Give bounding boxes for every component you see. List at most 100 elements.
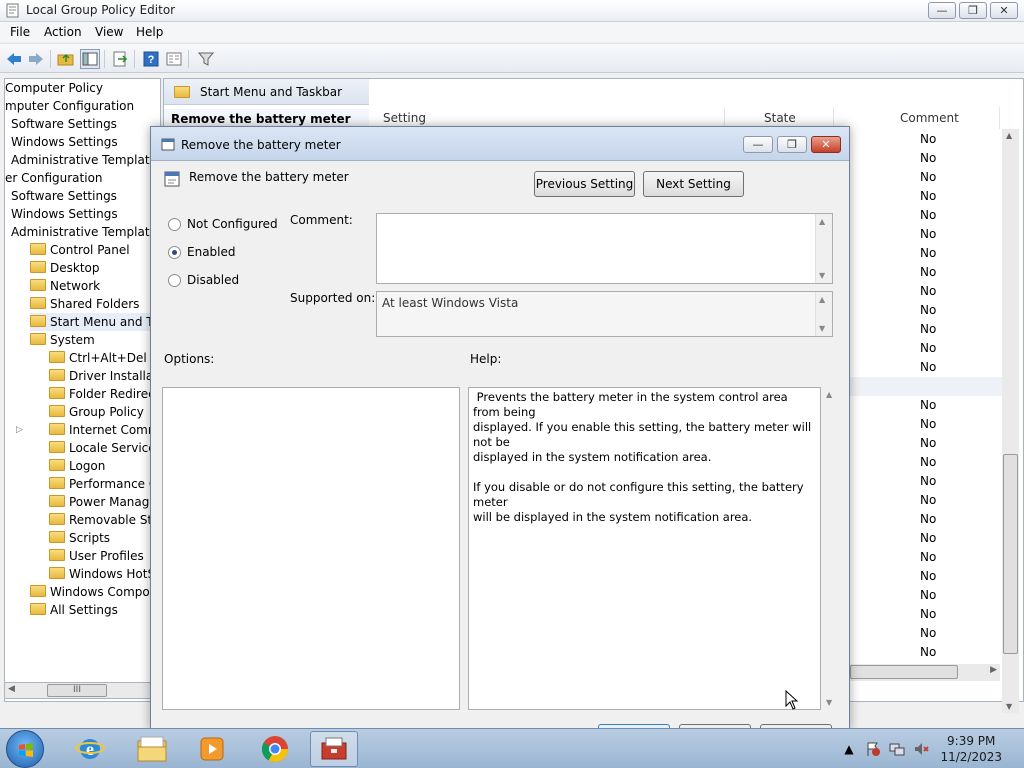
tree-item[interactable]: Software Settings	[11, 187, 117, 205]
tree-item[interactable]: Desktop	[30, 259, 100, 277]
enabled-radio[interactable]: Enabled	[168, 245, 236, 259]
comment-cell: No	[920, 322, 937, 336]
tree-item[interactable]: Group Policy	[49, 403, 144, 421]
tree-item-label: Software Settings	[11, 189, 117, 203]
menu-view[interactable]: View	[95, 25, 123, 39]
tree-item[interactable]: Logon	[49, 457, 105, 475]
chrome-taskbar-icon[interactable]	[251, 731, 299, 767]
tree-item[interactable]: Power Managemen	[49, 493, 160, 511]
show-hide-tree-icon[interactable]	[80, 49, 100, 69]
tree-item[interactable]: Administrative Templates	[11, 223, 160, 241]
tree-item[interactable]: User Profiles	[49, 547, 144, 565]
policy-setting-icon	[161, 138, 175, 151]
tree-item[interactable]: Removable Storage	[49, 511, 160, 529]
dialog-minimize-button[interactable]: —	[743, 136, 773, 153]
volume-muted-icon[interactable]	[913, 741, 929, 757]
tree-item[interactable]: All Settings	[30, 601, 118, 619]
tree-item[interactable]: Windows Settings	[11, 205, 118, 223]
folder-icon	[49, 351, 65, 363]
disabled-radio[interactable]: Disabled	[168, 273, 239, 287]
tree-item-label: System	[50, 333, 95, 347]
tree-item[interactable]: Locale Services	[49, 439, 160, 457]
tree-item[interactable]: Windows HotStart	[49, 565, 160, 583]
folder-icon	[30, 315, 46, 327]
tree-item[interactable]: mputer Configuration	[5, 97, 134, 115]
next-setting-button[interactable]: Next Setting	[643, 171, 744, 197]
tree-item[interactable]: Administrative Templates	[11, 151, 160, 169]
navigation-tree[interactable]: Computer Policy mputer Configuration Softw…	[4, 78, 161, 702]
tree-scroll-thumb[interactable]: III	[47, 684, 107, 697]
comment-cell: No	[920, 531, 937, 545]
tree-item[interactable]: Windows Settings	[11, 133, 118, 151]
help-text: Prevents the battery meter in the system…	[473, 390, 812, 524]
tree-item[interactable]: Network	[30, 277, 100, 295]
tree-item[interactable]: Driver Installation	[49, 367, 160, 385]
tree-item[interactable]: System	[30, 331, 95, 349]
tree-item[interactable]: ▷ Internet Communi	[16, 421, 160, 439]
up-folder-icon[interactable]	[56, 49, 76, 69]
tree-item-label: Removable Storage	[69, 513, 160, 527]
comment-cell: No	[920, 151, 937, 165]
options-label: Options:	[164, 352, 215, 366]
tree-item[interactable]: Computer Policy	[5, 79, 103, 97]
previous-setting-button[interactable]: Previous Setting	[534, 171, 635, 197]
tree-item[interactable]: Shared Folders	[30, 295, 139, 313]
show-hidden-icons-button[interactable]: ▲	[841, 741, 857, 757]
comment-cell: No	[920, 189, 937, 203]
radio-dot-icon[interactable]	[168, 217, 181, 231]
file-explorer-taskbar-icon[interactable]	[128, 731, 176, 767]
close-button[interactable]: ✕	[990, 2, 1018, 19]
network-icon[interactable]	[889, 741, 905, 757]
folder-icon	[49, 549, 65, 561]
comment-label: Comment:	[290, 213, 353, 227]
radio-dot-icon[interactable]	[168, 245, 181, 259]
action-center-flag-icon[interactable]	[865, 741, 881, 757]
start-button[interactable]	[6, 730, 44, 768]
tree-item[interactable]: er Configuration	[5, 169, 103, 187]
expand-arrow-icon[interactable]: ▷	[16, 421, 23, 439]
tree-item[interactable]: Windows Components	[30, 583, 160, 601]
help-icon[interactable]: ?	[141, 49, 161, 69]
group-policy-app-icon	[6, 3, 19, 18]
minimize-button[interactable]: —	[928, 2, 956, 19]
svg-text:?: ?	[148, 54, 155, 66]
menu-help[interactable]: Help	[136, 25, 163, 39]
group-policy-taskbar-button[interactable]	[310, 731, 358, 767]
properties-icon[interactable]	[164, 49, 184, 69]
tree-item[interactable]: Performance Contr	[49, 475, 160, 493]
system-clock[interactable]: 9:39 PM 11/2/2023	[940, 733, 1002, 765]
comment-field[interactable]: ▲ ▼	[376, 213, 833, 284]
media-player-taskbar-icon[interactable]	[188, 731, 236, 767]
tree-item-label: Computer Policy	[5, 81, 103, 95]
export-list-icon[interactable]	[110, 49, 130, 69]
column-comment[interactable]: Comment	[900, 107, 1000, 129]
tree-item[interactable]: Control Panel	[30, 241, 130, 259]
tree-item[interactable]: Ctrl+Alt+Del Optio	[49, 349, 160, 367]
dialog-maximize-button[interactable]: ❐	[777, 136, 807, 153]
settings-pane-header: Start Menu and Taskbar	[164, 79, 369, 105]
filter-icon[interactable]	[196, 49, 216, 69]
menu-file[interactable]: File	[10, 25, 30, 39]
tree-item[interactable]: Start Menu and Taskba	[30, 313, 160, 331]
comment-cell: No	[920, 360, 937, 374]
radio-label: Enabled	[187, 245, 236, 259]
internet-explorer-taskbar-icon[interactable]: e	[66, 731, 114, 767]
settings-scroll-thumb[interactable]	[1003, 454, 1018, 654]
radio-label: Not Configured	[187, 217, 278, 231]
tree-item-label: Network	[50, 279, 101, 293]
back-arrow-icon[interactable]	[4, 49, 24, 69]
dialog-close-button[interactable]: ✕	[811, 136, 841, 153]
help-scrollbar[interactable]: ▲ ▼	[822, 387, 839, 710]
maximize-button[interactable]: ❐	[959, 2, 987, 19]
radio-dot-icon[interactable]	[168, 273, 181, 287]
settings-vertical-scrollbar[interactable]: ▲ ▼	[1002, 129, 1019, 713]
tree-item[interactable]: Software Settings	[11, 115, 117, 133]
folder-icon	[30, 279, 46, 291]
tree-item[interactable]: Folder Redirection	[49, 385, 160, 403]
menu-action[interactable]: Action	[44, 25, 82, 39]
not-configured-radio[interactable]: Not Configured	[168, 217, 278, 231]
dialog-title: Remove the battery meter	[181, 138, 341, 152]
tree-horizontal-scrollbar[interactable]: ◀ III ▶	[4, 682, 161, 699]
forward-arrow-icon[interactable]	[26, 49, 46, 69]
tree-item[interactable]: Scripts	[49, 529, 110, 547]
